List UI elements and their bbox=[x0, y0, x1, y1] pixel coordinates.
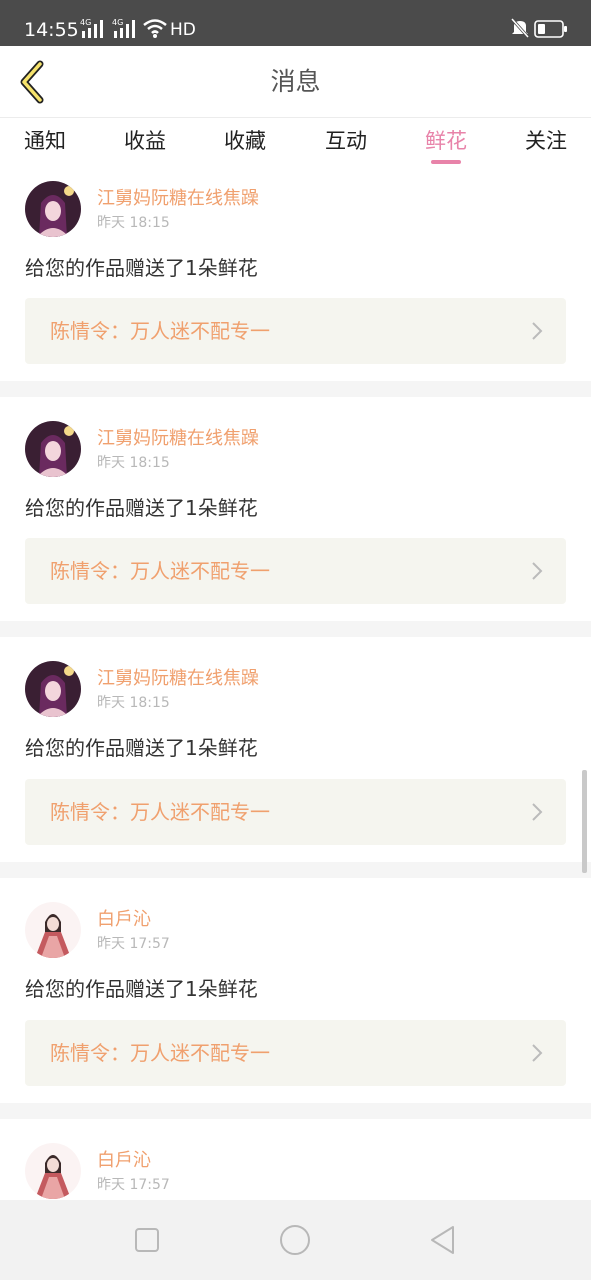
tab-notifications[interactable]: 通知 bbox=[5, 126, 85, 166]
message-list[interactable]: 江舅妈阮糖在线焦躁 昨天 18:15 给您的作品赠送了1朵鲜花 陈情令：万人迷不… bbox=[0, 168, 591, 1200]
avatar[interactable] bbox=[25, 661, 81, 717]
timestamp: 昨天 18:15 bbox=[97, 215, 170, 231]
tab-interactions[interactable]: 互动 bbox=[306, 126, 386, 166]
app-header: 消息 bbox=[0, 46, 591, 118]
list-item: 江舅妈阮糖在线焦躁 昨天 18:15 给您的作品赠送了1朵鲜花 陈情令：万人迷不… bbox=[0, 397, 591, 621]
work-title: 陈情令：万人迷不配专一 bbox=[50, 1041, 270, 1065]
system-nav-bar bbox=[0, 1200, 591, 1280]
battery-icon bbox=[534, 20, 567, 38]
tab-label: 收藏 bbox=[224, 129, 266, 153]
tab-label: 鲜花 bbox=[425, 129, 467, 153]
page-title: 消息 bbox=[270, 67, 321, 96]
chevron-right-icon bbox=[532, 803, 543, 821]
username[interactable]: 江舅妈阮糖在线焦躁 bbox=[97, 428, 259, 450]
status-time: 14:55 bbox=[24, 19, 79, 41]
message-text: 给您的作品赠送了1朵鲜花 bbox=[25, 496, 258, 520]
list-item: 白戶沁 昨天 17:57 bbox=[0, 1119, 591, 1200]
square-recent-icon[interactable] bbox=[129, 1222, 165, 1258]
svg-text:4G: 4G bbox=[112, 18, 123, 27]
work-link[interactable]: 陈情令：万人迷不配专一 bbox=[25, 298, 566, 364]
message-text: 给您的作品赠送了1朵鲜花 bbox=[25, 736, 258, 760]
list-item: 白戶沁 昨天 17:57 给您的作品赠送了1朵鲜花 陈情令：万人迷不配专一 bbox=[0, 878, 591, 1103]
timestamp: 昨天 18:15 bbox=[97, 455, 170, 471]
username[interactable]: 白戶沁 bbox=[97, 1150, 151, 1172]
mute-icon bbox=[510, 18, 530, 38]
chevron-right-icon bbox=[532, 322, 543, 340]
tab-label: 收益 bbox=[124, 129, 166, 153]
signal-icon: 4G bbox=[80, 18, 103, 38]
work-link[interactable]: 陈情令：万人迷不配专一 bbox=[25, 538, 566, 604]
tab-bar: 通知 收益 收藏 互动 鲜花 关注 bbox=[0, 118, 591, 168]
avatar[interactable] bbox=[25, 421, 81, 477]
tab-flowers[interactable]: 鲜花 bbox=[406, 126, 486, 166]
triangle-back-icon[interactable] bbox=[425, 1222, 461, 1258]
wifi-icon bbox=[143, 19, 167, 38]
work-title: 陈情令：万人迷不配专一 bbox=[50, 559, 270, 583]
work-title: 陈情令：万人迷不配专一 bbox=[50, 319, 270, 343]
scrollbar[interactable] bbox=[582, 770, 587, 873]
username[interactable]: 江舅妈阮糖在线焦躁 bbox=[97, 668, 259, 690]
circle-home-icon[interactable] bbox=[277, 1222, 313, 1258]
timestamp: 昨天 18:15 bbox=[97, 695, 170, 711]
timestamp: 昨天 17:57 bbox=[97, 936, 170, 952]
signal-icon: 4G bbox=[112, 18, 135, 38]
chevron-right-icon bbox=[532, 1044, 543, 1062]
avatar[interactable] bbox=[25, 181, 81, 237]
list-item: 江舅妈阮糖在线焦躁 昨天 18:15 给您的作品赠送了1朵鲜花 陈情令：万人迷不… bbox=[0, 637, 591, 862]
tab-label: 互动 bbox=[325, 129, 367, 153]
status-bar: 14:55 4G 4G HD bbox=[0, 0, 591, 46]
message-text: 给您的作品赠送了1朵鲜花 bbox=[25, 256, 258, 280]
work-link[interactable]: 陈情令：万人迷不配专一 bbox=[25, 1020, 566, 1086]
work-title: 陈情令：万人迷不配专一 bbox=[50, 800, 270, 824]
hd-indicator: HD bbox=[170, 20, 196, 40]
username[interactable]: 白戶沁 bbox=[97, 909, 151, 931]
tab-label: 通知 bbox=[24, 129, 66, 153]
tab-label: 关注 bbox=[525, 129, 567, 153]
tab-following[interactable]: 关注 bbox=[506, 126, 586, 166]
avatar[interactable] bbox=[25, 902, 81, 958]
message-text: 给您的作品赠送了1朵鲜花 bbox=[25, 977, 258, 1001]
username[interactable]: 江舅妈阮糖在线焦躁 bbox=[97, 188, 259, 210]
svg-text:4G: 4G bbox=[80, 18, 91, 27]
chevron-right-icon bbox=[532, 562, 543, 580]
tab-indicator bbox=[431, 160, 461, 164]
work-link[interactable]: 陈情令：万人迷不配专一 bbox=[25, 779, 566, 845]
list-item: 江舅妈阮糖在线焦躁 昨天 18:15 给您的作品赠送了1朵鲜花 陈情令：万人迷不… bbox=[0, 168, 591, 381]
tab-earnings[interactable]: 收益 bbox=[105, 126, 185, 166]
tab-favorites[interactable]: 收藏 bbox=[205, 126, 285, 166]
timestamp: 昨天 17:57 bbox=[97, 1177, 170, 1193]
avatar[interactable] bbox=[25, 1143, 81, 1199]
